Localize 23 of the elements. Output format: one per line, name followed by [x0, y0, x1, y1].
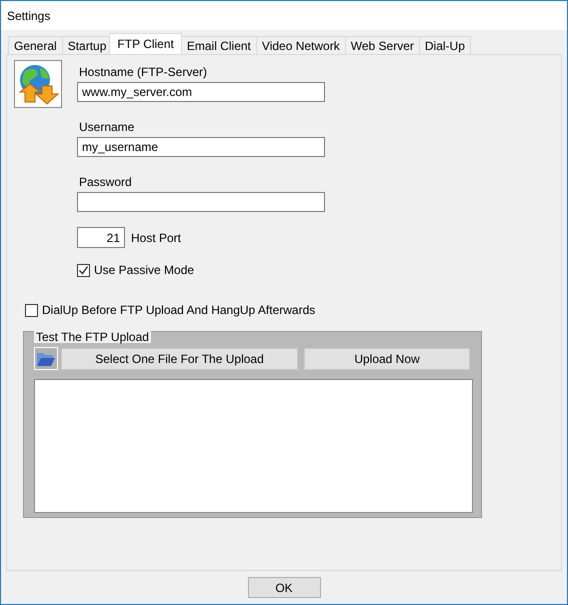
field-label: Username: [79, 120, 136, 134]
tab[interactable]: FTP Client: [109, 33, 182, 54]
window-title: Settings: [7, 8, 50, 22]
text-field[interactable]: my_username: [77, 137, 325, 157]
ok-button[interactable]: OK: [248, 577, 320, 598]
field-label: Hostname (FTP-Server): [79, 65, 208, 79]
field-label: Host Port: [131, 230, 182, 244]
checkbox[interactable]: [77, 264, 90, 276]
checkbox-label: Use Passive Mode: [94, 263, 194, 277]
port-field[interactable]: 21: [77, 227, 125, 248]
select-file-button[interactable]: Select One File For The Upload: [61, 348, 298, 370]
checkbox[interactable]: [25, 304, 38, 316]
tab[interactable]: Dial-Up: [418, 36, 471, 54]
checkbox-label: DialUp Before FTP Upload And HangUp Afterwards: [42, 303, 316, 317]
field-label: Password: [79, 175, 133, 189]
upload-button[interactable]: Upload Now: [304, 348, 470, 370]
folder-icon: [36, 350, 56, 367]
text-field[interactable]: [77, 192, 325, 212]
text-field[interactable]: www.my_server.com: [77, 82, 325, 102]
group-title: Test The FTP Upload: [34, 331, 151, 343]
tab[interactable]: General: [8, 36, 63, 54]
folder-button[interactable]: [34, 347, 58, 370]
globe-upload-icon: [16, 62, 60, 106]
